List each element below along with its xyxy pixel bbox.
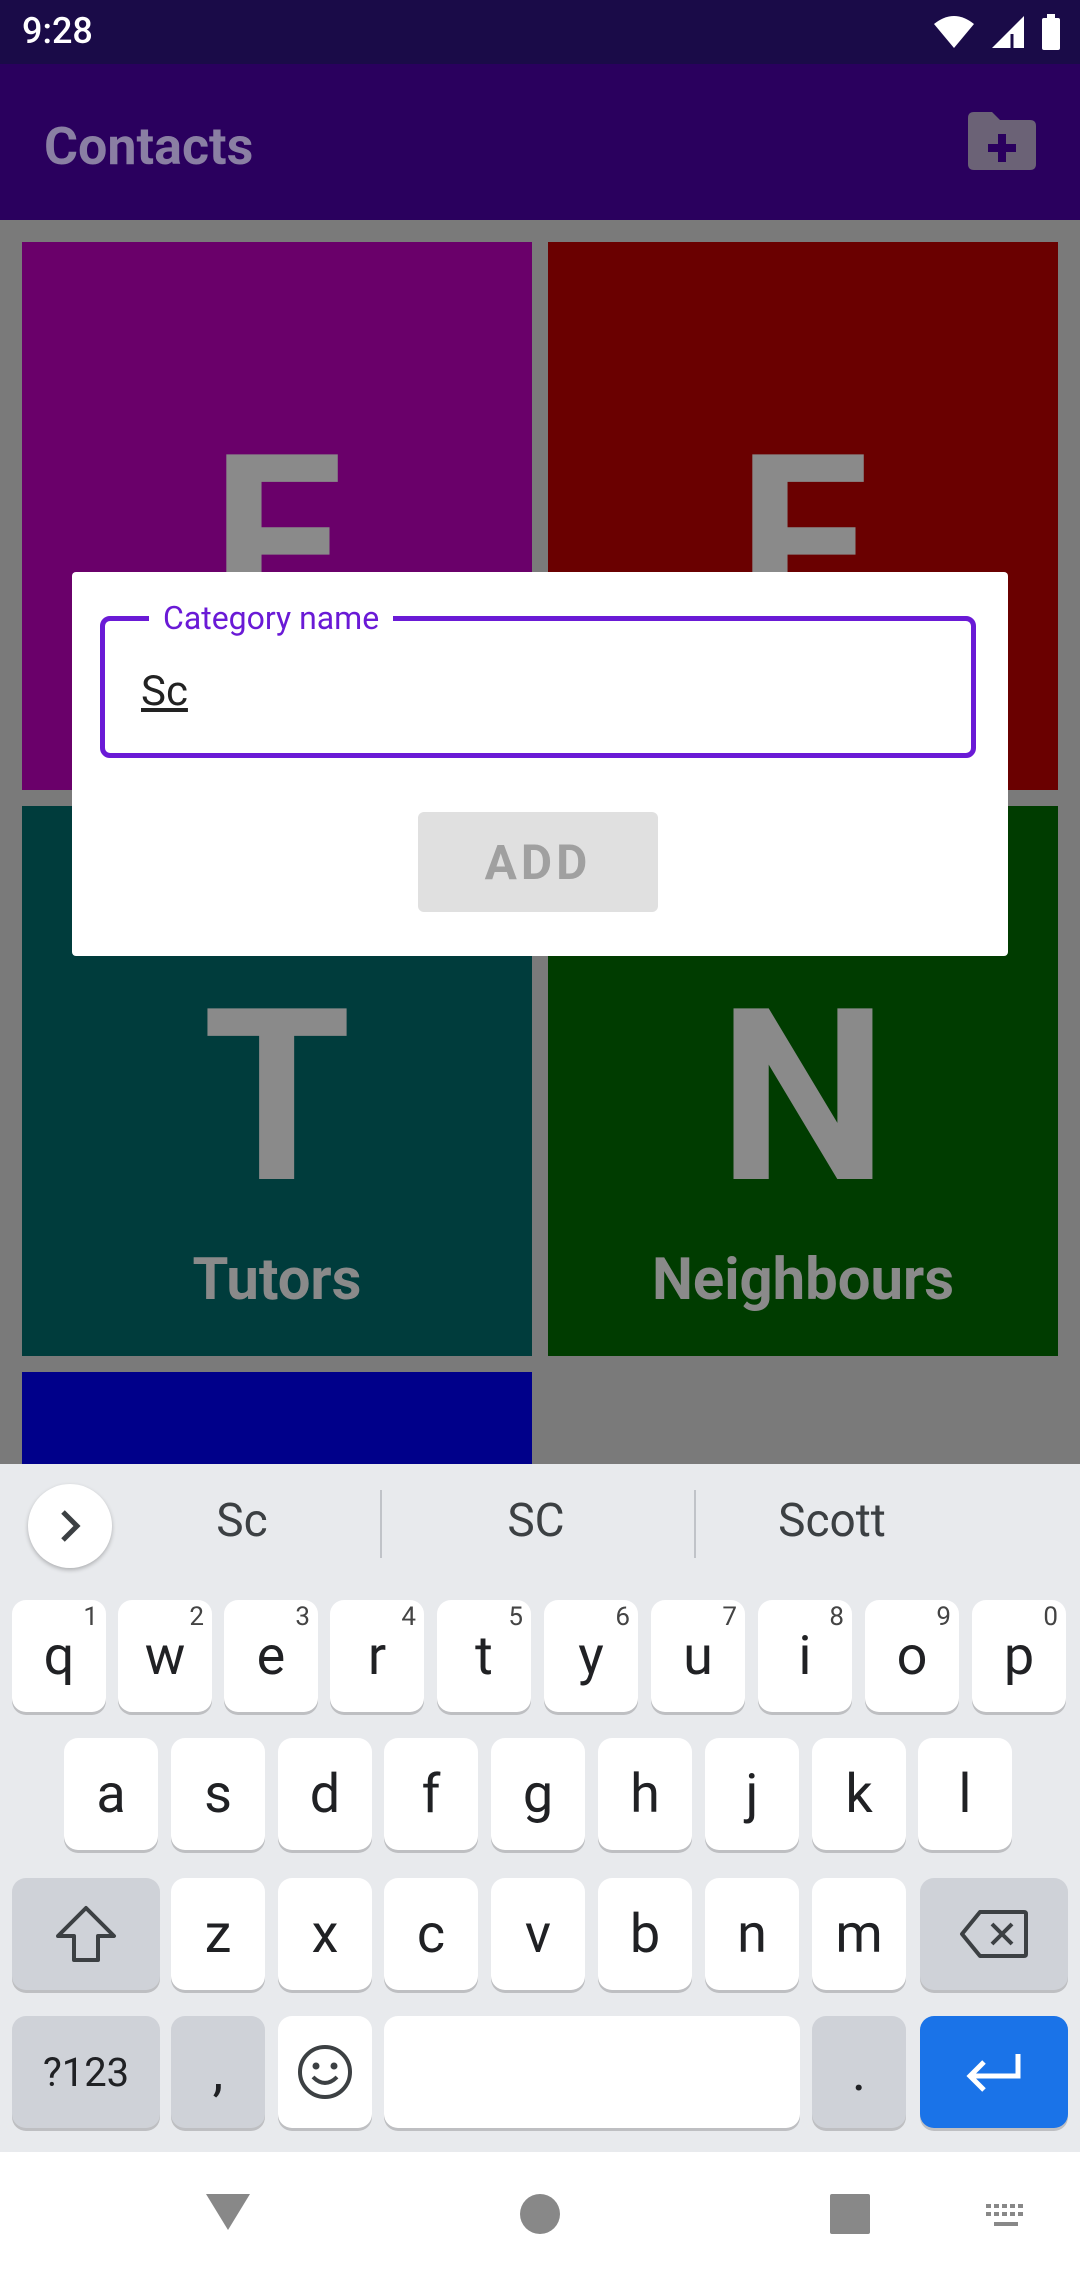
key-hint: 4 — [401, 1602, 416, 1632]
add-category-dialog: Category name Sc ADD — [72, 572, 1008, 956]
enter-icon — [966, 2054, 1021, 2092]
backspace-icon — [960, 1910, 1028, 1958]
period-key[interactable]: . — [812, 2016, 906, 2128]
signal-icon — [992, 16, 1024, 48]
key-label: o — [896, 1624, 928, 1688]
suggestion-bar: Sc SC Scott — [0, 1464, 1080, 1584]
recents-icon[interactable] — [828, 2192, 872, 2236]
suggestion[interactable]: SC — [386, 1494, 686, 1548]
key-label: w — [144, 1624, 186, 1688]
key-hint: 6 — [615, 1602, 630, 1632]
key-hint: 2 — [189, 1602, 204, 1632]
emoji-icon — [298, 2045, 352, 2099]
tile-letter: T — [202, 956, 352, 1238]
category-name-field[interactable]: Category name Sc — [100, 599, 976, 758]
app-title: Contacts — [44, 116, 254, 177]
key[interactable]: d — [278, 1738, 372, 1850]
key[interactable]: m — [812, 1878, 906, 1990]
soft-keyboard: Sc SC Scott q1 w2 e3 r4 t5 y6 u7 i8 o9 p… — [0, 1464, 1080, 2152]
chevron-right-icon — [61, 1510, 81, 1542]
keyboard-switch-icon[interactable] — [984, 2202, 1028, 2232]
key-label: y — [578, 1624, 604, 1688]
key-hint: 1 — [83, 1602, 98, 1632]
key-label: i — [798, 1624, 812, 1688]
key[interactable]: v — [491, 1878, 585, 1990]
key-hint: 3 — [295, 1602, 310, 1632]
status-bar: 9:28 — [0, 0, 1080, 64]
add-button[interactable]: ADD — [418, 812, 658, 912]
back-icon[interactable] — [204, 2190, 252, 2234]
wifi-icon — [934, 16, 974, 48]
key[interactable]: e3 — [224, 1600, 318, 1712]
key[interactable]: j — [705, 1738, 799, 1850]
tile-label: Neighbours — [651, 1246, 955, 1314]
key-label: p — [1003, 1624, 1035, 1688]
key-label: e — [256, 1624, 286, 1688]
status-time: 9:28 — [22, 10, 93, 52]
backspace-key[interactable] — [920, 1878, 1068, 1990]
key[interactable]: y6 — [544, 1600, 638, 1712]
key-label: r — [367, 1624, 387, 1688]
key-hint: 5 — [508, 1602, 523, 1632]
category-name-input[interactable]: Sc — [141, 667, 188, 716]
key[interactable]: n — [705, 1878, 799, 1990]
key[interactable]: p0 — [972, 1600, 1066, 1712]
key[interactable]: h — [598, 1738, 692, 1850]
tile-label: Tutors — [192, 1246, 362, 1314]
key[interactable]: x — [278, 1878, 372, 1990]
enter-key[interactable] — [920, 2016, 1068, 2128]
navigation-bar — [0, 2152, 1080, 2280]
category-tile[interactable] — [22, 1372, 532, 1464]
key-label: q — [43, 1624, 75, 1688]
key[interactable]: i8 — [758, 1600, 852, 1712]
key[interactable]: g — [491, 1738, 585, 1850]
key[interactable]: c — [384, 1878, 478, 1990]
key[interactable]: o9 — [865, 1600, 959, 1712]
key[interactable]: r4 — [330, 1600, 424, 1712]
emoji-key[interactable] — [278, 2016, 372, 2128]
status-icons — [932, 10, 1062, 54]
space-key[interactable] — [384, 2016, 800, 2128]
suggestion[interactable]: Scott — [682, 1494, 982, 1548]
key-hint: 9 — [936, 1602, 951, 1632]
key[interactable]: w2 — [118, 1600, 212, 1712]
key[interactable]: b — [598, 1878, 692, 1990]
key-hint: 7 — [722, 1602, 737, 1632]
symbols-key[interactable]: ?123 — [12, 2016, 160, 2128]
key[interactable]: l — [918, 1738, 1012, 1850]
battery-icon — [1042, 14, 1060, 50]
key[interactable]: a — [64, 1738, 158, 1850]
add-folder-icon[interactable] — [964, 108, 1040, 172]
tile-letter: N — [718, 956, 888, 1238]
category-name-label: Category name — [149, 599, 394, 637]
key[interactable]: z — [171, 1878, 265, 1990]
key[interactable]: t5 — [437, 1600, 531, 1712]
key-hint: 0 — [1043, 1602, 1058, 1632]
suggestion-divider — [380, 1490, 382, 1558]
key[interactable]: u7 — [651, 1600, 745, 1712]
key[interactable]: f — [384, 1738, 478, 1850]
comma-key[interactable]: , — [171, 2016, 265, 2128]
shift-icon — [56, 1906, 116, 1962]
key-hint: 8 — [829, 1602, 844, 1632]
key-label: t — [475, 1624, 493, 1688]
home-icon[interactable] — [518, 2192, 562, 2236]
key[interactable]: k — [812, 1738, 906, 1850]
key[interactable]: s — [171, 1738, 265, 1850]
shift-key[interactable] — [12, 1878, 160, 1990]
key[interactable]: q1 — [12, 1600, 106, 1712]
key-label: u — [683, 1624, 713, 1688]
suggestion[interactable]: Sc — [92, 1494, 392, 1548]
